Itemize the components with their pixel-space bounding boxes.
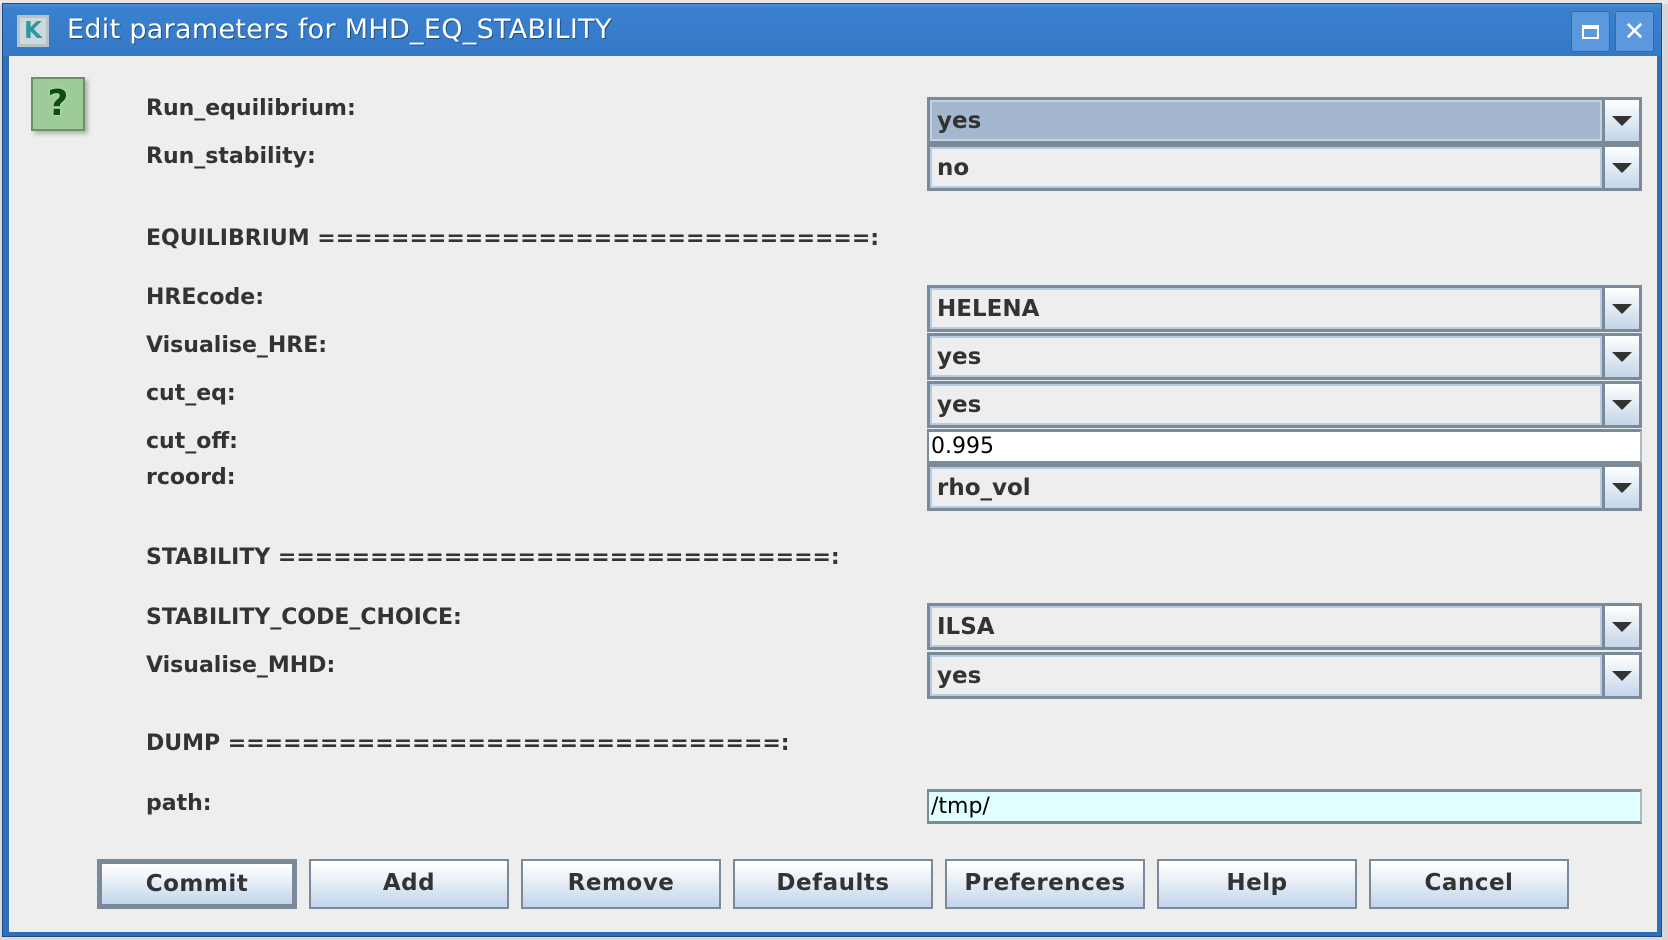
run-equilibrium-dropdown-button[interactable] xyxy=(1602,100,1639,141)
cut-eq-dropdown-button[interactable] xyxy=(1602,384,1639,425)
chevron-down-icon xyxy=(1612,303,1632,314)
rcoord-combo[interactable]: rho_vol xyxy=(927,464,1642,511)
hrecode-dropdown-button[interactable] xyxy=(1602,288,1639,329)
run-stability-dropdown-button[interactable] xyxy=(1602,147,1639,188)
cut-off-label: cut_off: xyxy=(146,429,238,454)
visualise-mhd-dropdown-button[interactable] xyxy=(1602,655,1639,696)
app-logo-icon: K xyxy=(17,15,49,47)
run-equilibrium-label: Run_equilibrium: xyxy=(146,96,356,121)
stability-code-choice-dropdown-button[interactable] xyxy=(1602,606,1639,647)
stability-code-choice-value: ILSA xyxy=(930,606,1602,647)
preferences-button[interactable]: Preferences xyxy=(945,859,1145,909)
cut-eq-value: yes xyxy=(930,384,1602,425)
chevron-down-icon xyxy=(1612,162,1632,173)
help-icon[interactable]: ? xyxy=(31,77,85,131)
commit-button[interactable]: Commit xyxy=(97,859,297,909)
visualise-hre-value: yes xyxy=(930,336,1602,377)
run-equilibrium-value: yes xyxy=(930,100,1602,141)
stability-code-choice-combo[interactable]: ILSA xyxy=(927,603,1642,650)
close-icon: ✕ xyxy=(1623,16,1646,47)
dialog-content: ? Run_equilibrium: yes Run_stability: no… xyxy=(9,56,1657,932)
visualise-hre-dropdown-button[interactable] xyxy=(1602,336,1639,377)
hrecode-combo[interactable]: HELENA xyxy=(927,285,1642,332)
cut-eq-label: cut_eq: xyxy=(146,381,236,406)
add-button[interactable]: Add xyxy=(309,859,509,909)
maximize-icon xyxy=(1582,24,1599,39)
cut-eq-combo[interactable]: yes xyxy=(927,381,1642,428)
chevron-down-icon xyxy=(1612,621,1632,632)
chevron-down-icon xyxy=(1612,351,1632,362)
visualise-mhd-combo[interactable]: yes xyxy=(927,652,1642,699)
cancel-button[interactable]: Cancel xyxy=(1369,859,1569,909)
run-stability-combo[interactable]: no xyxy=(927,144,1642,191)
stability-code-choice-label: STABILITY_CODE_CHOICE: xyxy=(146,605,462,630)
chevron-down-icon xyxy=(1612,399,1632,410)
visualise-hre-combo[interactable]: yes xyxy=(927,333,1642,380)
section-header-equilibrium: EQUILIBRIUM ============================… xyxy=(146,226,880,251)
remove-button[interactable]: Remove xyxy=(521,859,721,909)
close-button[interactable]: ✕ xyxy=(1615,11,1654,52)
defaults-button[interactable]: Defaults xyxy=(733,859,933,909)
run-stability-label: Run_stability: xyxy=(146,144,316,169)
chevron-down-icon xyxy=(1612,670,1632,681)
rcoord-dropdown-button[interactable] xyxy=(1602,467,1639,508)
rcoord-label: rcoord: xyxy=(146,465,236,490)
cut-off-input[interactable] xyxy=(927,429,1642,464)
run-equilibrium-combo[interactable]: yes xyxy=(927,97,1642,144)
section-header-stability: STABILITY ==============================… xyxy=(146,545,840,570)
hrecode-value: HELENA xyxy=(930,288,1602,329)
chevron-down-icon xyxy=(1612,482,1632,493)
visualise-mhd-value: yes xyxy=(930,655,1602,696)
path-input[interactable] xyxy=(927,789,1642,824)
path-label: path: xyxy=(146,791,212,816)
window-title: Edit parameters for MHD_EQ_STABILITY xyxy=(67,14,612,45)
edit-parameters-dialog: K Edit parameters for MHD_EQ_STABILITY ✕… xyxy=(2,3,1662,937)
chevron-down-icon xyxy=(1612,115,1632,126)
visualise-hre-label: Visualise_HRE: xyxy=(146,333,328,358)
section-header-dump: DUMP ==============================: xyxy=(146,731,790,756)
hrecode-label: HREcode: xyxy=(146,285,265,310)
visualise-mhd-label: Visualise_MHD: xyxy=(146,653,336,678)
help-button[interactable]: Help xyxy=(1157,859,1357,909)
rcoord-value: rho_vol xyxy=(930,467,1602,508)
run-stability-value: no xyxy=(930,147,1602,188)
title-bar[interactable]: K Edit parameters for MHD_EQ_STABILITY ✕ xyxy=(3,4,1661,56)
maximize-button[interactable] xyxy=(1571,11,1610,52)
